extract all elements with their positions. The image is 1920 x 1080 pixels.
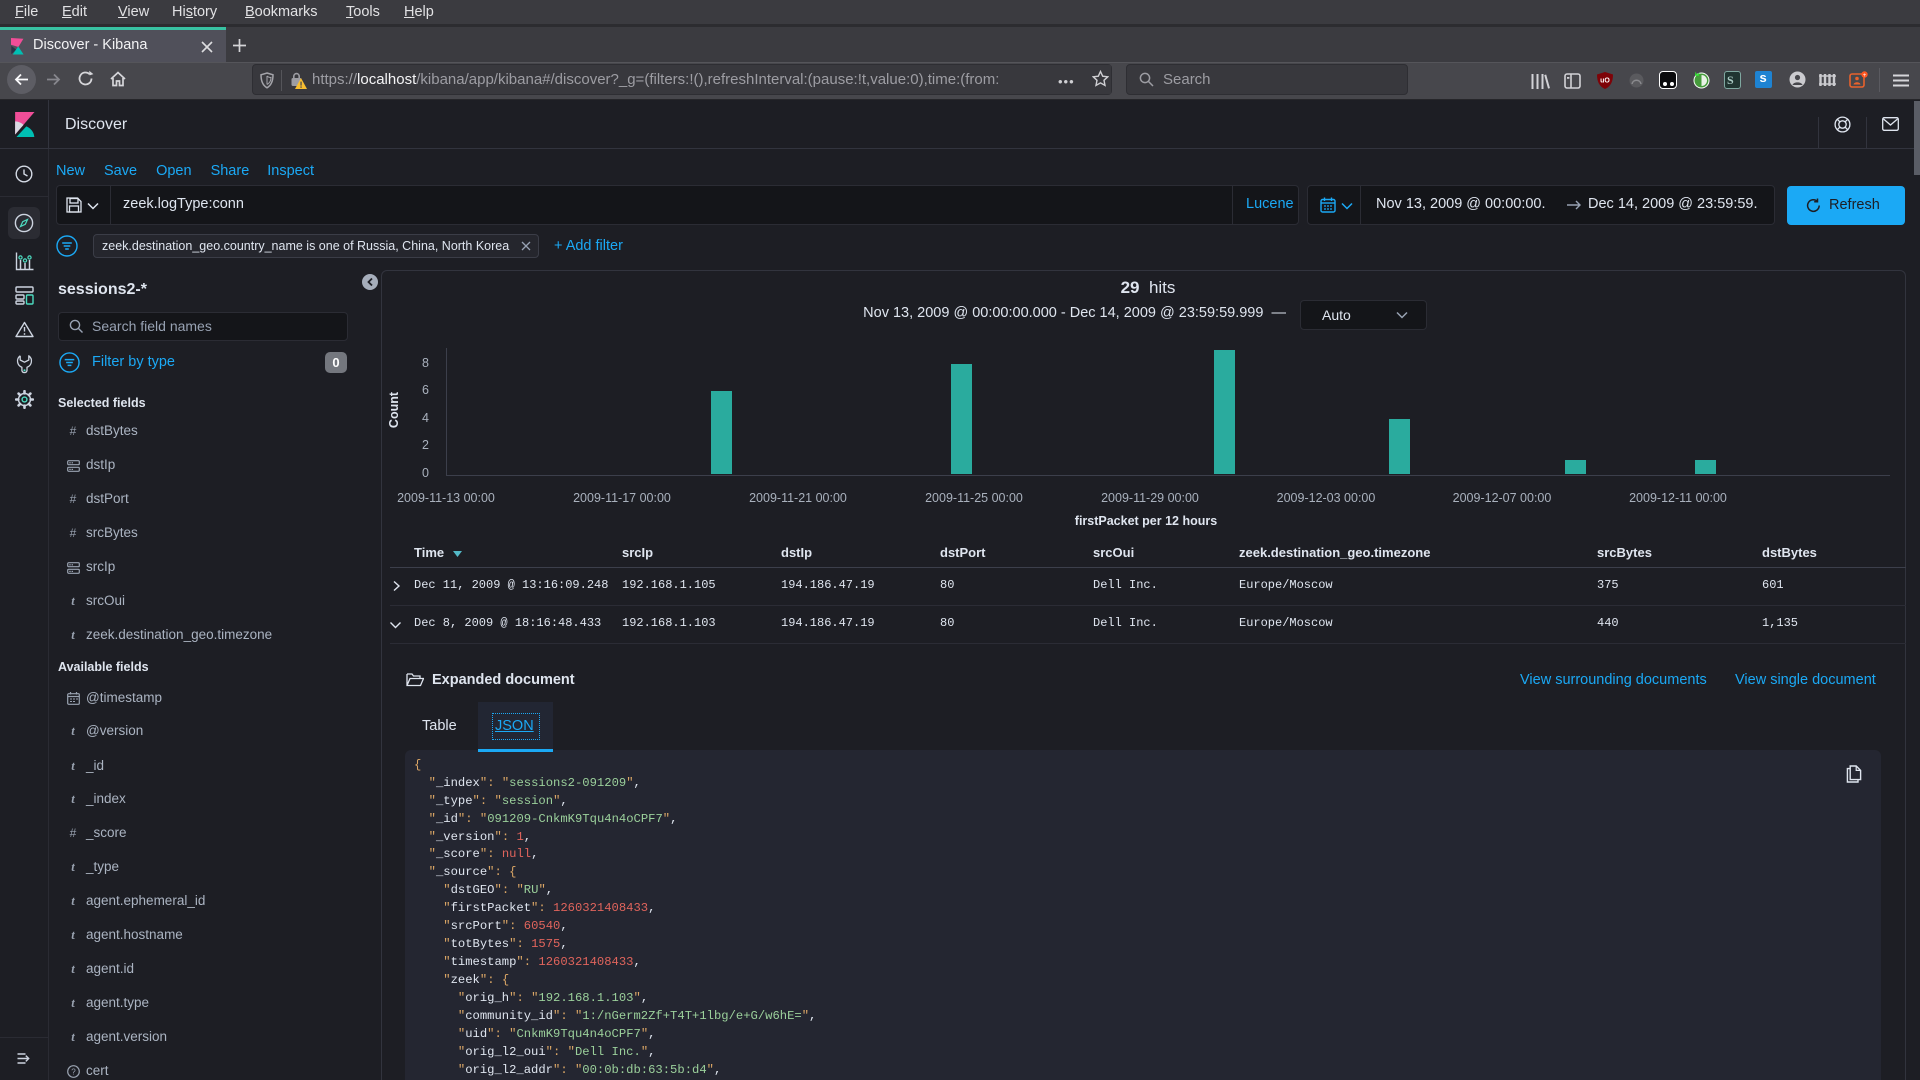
svg-text:uO: uO	[1600, 78, 1610, 85]
svg-text:+: +	[1863, 73, 1867, 79]
svg-text:?: ?	[71, 1067, 76, 1076]
